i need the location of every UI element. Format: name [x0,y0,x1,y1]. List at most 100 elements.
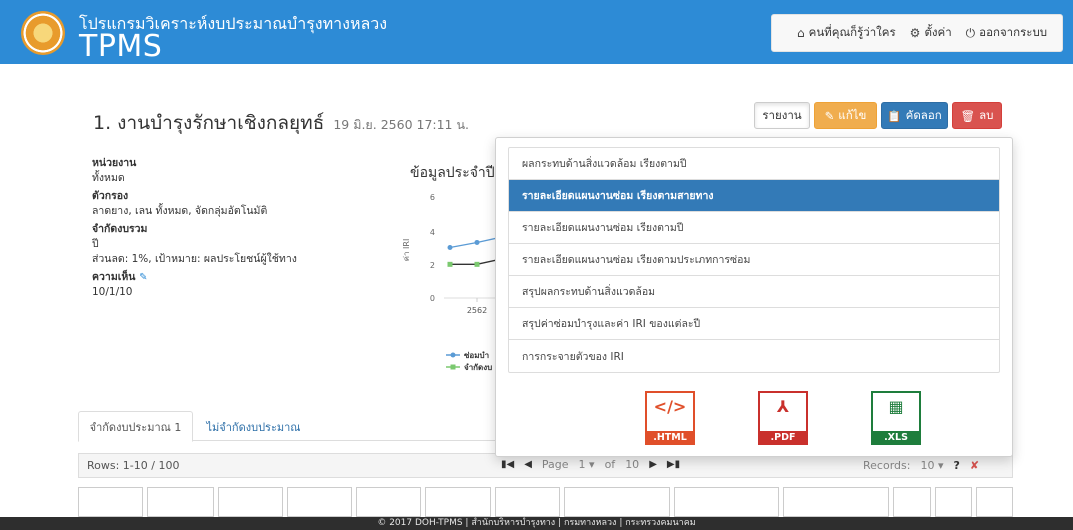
pdf-tag: .PDF [758,431,808,445]
page-timestamp: 19 มิ.ย. 2560 17:11 น. [333,117,470,132]
copy-label: คัดลอก [905,107,942,122]
copy-icon: 📋 [887,108,902,123]
last-page-icon[interactable]: ▶▮ [667,459,680,470]
grid-header-cell[interactable] [494,487,560,517]
data-point-series1 [474,239,480,245]
pdf-file-icon: ⅄ .PDF [758,391,808,445]
page-title: 1. งานบำรุงรักษาเชิงกลยุทธ์ 19 มิ.ย. 256… [93,108,469,138]
first-page-icon[interactable]: ▮◀ [501,459,514,470]
page-title-text: 1. งานบำรุงรักษาเชิงกลยุทธ์ [93,112,325,134]
xls-tag: .XLS [871,431,921,445]
y-tick-4: 4 [430,228,435,237]
user-link[interactable]: ⌂ คนที่คุณก็รู้ว่าใคร [797,24,896,42]
html-file-icon: </> .HTML [645,391,695,445]
unit-label: หน่วยงาน [92,157,137,169]
grid-header-cell[interactable] [934,487,973,517]
pencil-icon: ✎ [824,108,835,123]
prev-page-icon[interactable]: ◀ [524,459,532,470]
export-xls-button[interactable]: ▦ .XLS [867,391,925,445]
total-pages: 10 [625,458,640,471]
logout-label: ออกจากระบบ [979,25,1048,39]
report-item[interactable]: รายละเอียดแผนงานซ่อม เรียงตามประเภทการซ่… [509,244,999,276]
user-menu-bar: ⌂ คนที่คุณก็รู้ว่าใคร ⚙ ตั้งค่า ⏻ ออกจาก… [771,14,1063,52]
legend-series1: ซ่อมบำ [464,351,489,360]
y-tick-6: 6 [430,193,435,202]
of-label: of [604,458,616,471]
export-pdf-button[interactable]: ⅄ .PDF [754,391,812,445]
filter-label: ตัวกรอง [92,190,129,202]
filter-value: ลาดยาง, เลน ทั้งหมด, จัดกลุ่มอัตโนมัติ [92,205,268,217]
grid-header-cell[interactable] [286,487,353,517]
rows-count: Rows: 1-10 / 100 [87,459,180,472]
limit-label: จำกัดงบรวม [92,223,148,235]
report-dropdown: ผลกระทบด้านสิ่งแวดล้อม เรียงตามปี รายละเ… [495,137,1013,457]
report-list: ผลกระทบด้านสิ่งแวดล้อม เรียงตามปี รายละเ… [508,147,1000,373]
data-point-series2 [447,261,453,267]
report-button[interactable]: รายงาน [754,102,810,129]
grid-header [78,487,1014,517]
home-icon: ⌂ [797,26,805,40]
data-point-series2 [474,261,480,267]
page-select[interactable]: 1 ▾ [579,458,595,471]
comment-label-row: ความเห็น ✎ [92,270,332,285]
legend-series2: จำกัดงบ [464,363,492,372]
footer: © 2017 DOH-TPMS | สำนักบริหารบำรุงทาง | … [0,517,1073,530]
y-tick-0: 0 [430,294,435,303]
xls-file-icon: ▦ .XLS [871,391,921,445]
tab-unlimited-budget[interactable]: ไม่จำกัดงบประมาณ [195,411,312,442]
power-icon: ⏻ [965,25,976,40]
next-page-icon[interactable]: ▶ [649,459,657,470]
grid-header-cell[interactable] [673,487,780,517]
gear-icon: ⚙ [909,26,921,40]
report-label: รายงาน [762,107,802,122]
comment-label: ความเห็น [92,271,136,283]
report-item[interactable]: ผลกระทบด้านสิ่งแวดล้อม เรียงตามปี [509,148,999,180]
page-label: Page [541,458,569,471]
grid-header-cell[interactable] [356,487,422,517]
clear-filter-icon[interactable]: ✘ [970,459,979,472]
logo [21,11,65,55]
report-item[interactable]: รายละเอียดแผนงานซ่อม เรียงตามปี [509,212,999,244]
settings-label: ตั้งค่า [924,25,952,39]
copy-button[interactable]: 📋 คัดลอก [881,102,948,129]
grid-header-cell[interactable] [893,487,931,517]
help-icon[interactable]: ? [953,459,959,472]
x-tick-2562: 2562 [467,306,487,315]
delete-button[interactable]: 🗑 ลบ [952,102,1002,129]
report-item[interactable]: สรุปค่าซ่อมบำรุงและค่า IRI ของแต่ละปี [509,308,999,340]
limit-value-year: ปี [92,238,99,250]
y-axis-label: ค่า IRI [402,239,411,262]
comment-value: 10/1/10 [92,286,133,298]
records-select[interactable]: 10 ▾ [920,459,943,472]
grid-header-cell[interactable] [563,487,670,517]
html-tag: .HTML [645,431,695,445]
records-label: Records: [863,459,911,472]
annual-iri-chart: ค่า IRI 6 4 2 0 2562 ซ่อมบำ จำกัดงบ [402,193,500,372]
logout-link[interactable]: ⏻ ออกจากระบบ [966,24,1047,42]
report-item[interactable]: การกระจายตัวของ IRI [509,340,999,372]
settings-link[interactable]: ⚙ ตั้งค่า [910,24,952,42]
app-title: TPMS [79,29,163,64]
spreadsheet-icon: ▦ [888,397,904,416]
grid-header-cell[interactable] [217,487,283,517]
report-item[interactable]: สรุปผลกระทบด้านสิ่งแวดล้อม [509,276,999,308]
code-icon: </> [653,397,687,416]
tab-limited-budget[interactable]: จำกัดงบประมาณ 1 [78,411,193,442]
export-html-button[interactable]: </> .HTML [641,391,699,445]
acrobat-icon: ⅄ [776,397,790,416]
grid-header-cell[interactable] [976,487,1014,517]
grid-header-cell[interactable] [425,487,491,517]
app-header: โปรแกรมวิเคราะห์งบประมาณบำรุงทางหลวง TPM… [0,0,1073,64]
edit-comment-icon[interactable]: ✎ [139,272,147,283]
delete-label: ลบ [979,107,994,122]
grid-header-cell[interactable] [783,487,890,517]
limit-value-detail: ส่วนลด: 1%, เป้าหมาย: ผลประโยชน์ผู้ใช้ทา… [92,253,297,265]
edit-button[interactable]: ✎ แก้ไข [814,102,877,129]
y-tick-2: 2 [430,261,435,270]
plan-info: หน่วยงาน ทั้งหมด ตัวกรอง ลาดยาง, เลน ทั้… [92,154,332,303]
records-control: Records: 10 ▾ ? ✘ [863,459,979,472]
grid-header-cell[interactable] [147,487,214,517]
grid-header-cell[interactable] [78,487,144,517]
unit-value: ทั้งหมด [92,172,125,184]
report-item-active[interactable]: รายละเอียดแผนงานซ่อม เรียงตามสายทาง [509,180,999,212]
